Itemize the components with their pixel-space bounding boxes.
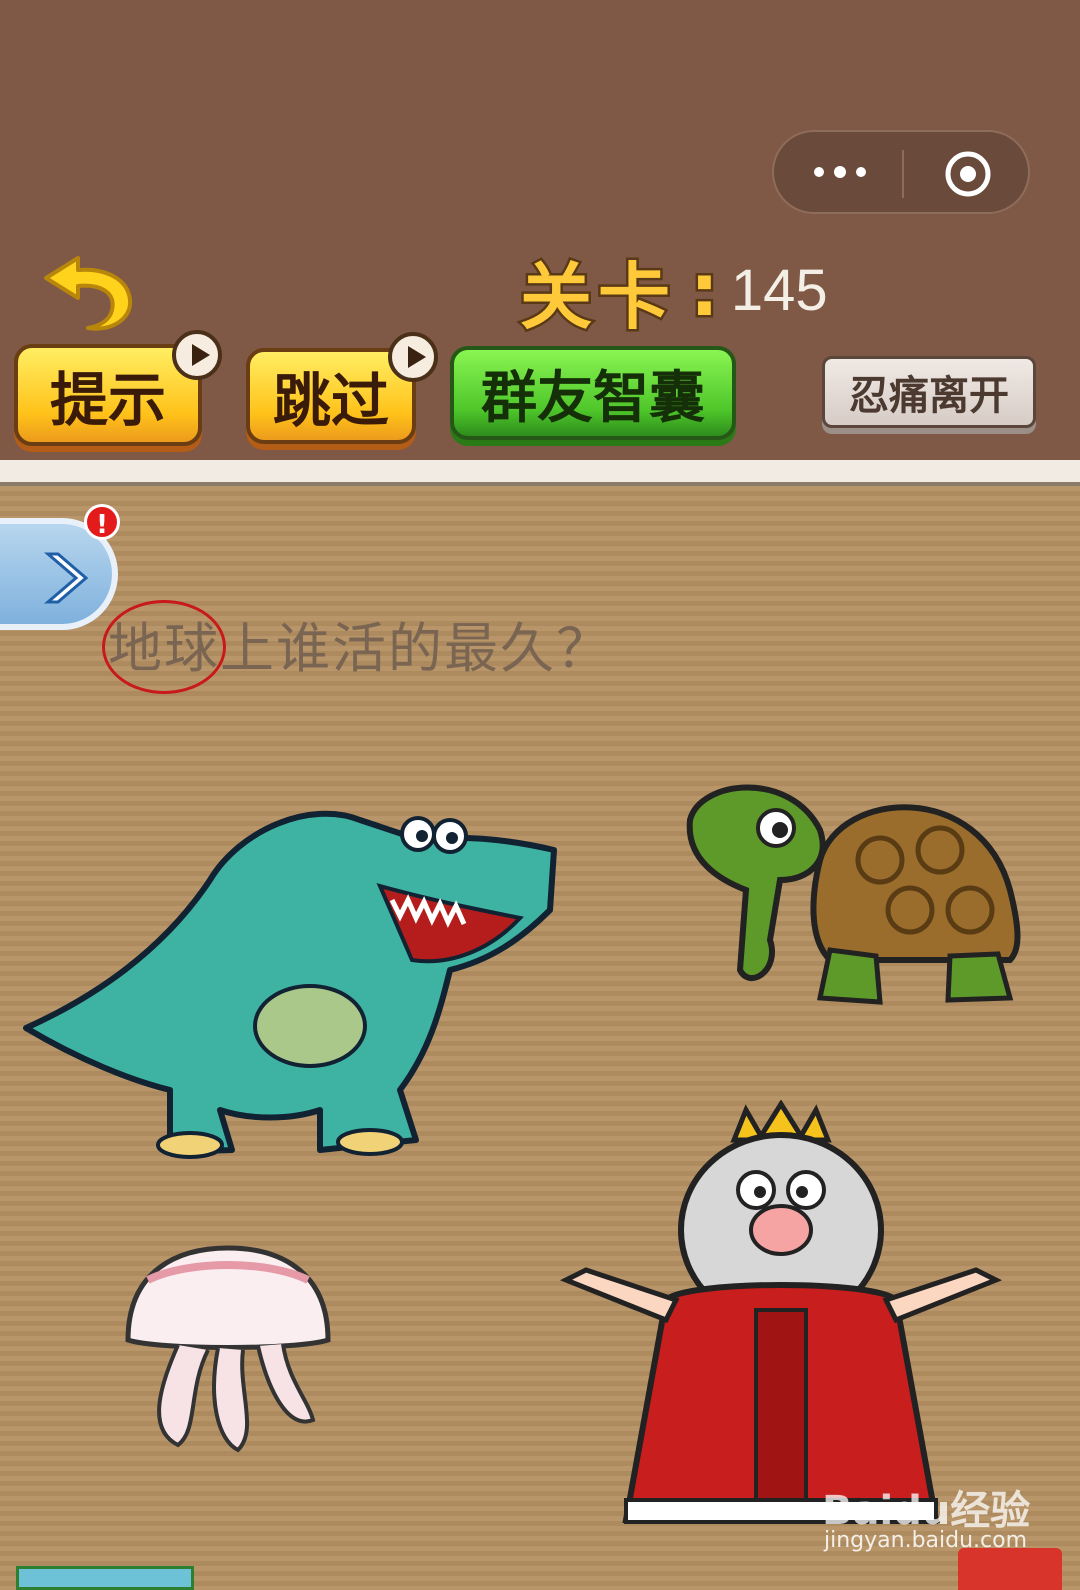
skip-video-icon bbox=[388, 332, 438, 382]
skip-button-label: 跳过 bbox=[272, 367, 389, 435]
hint-button-label: 提示 bbox=[49, 366, 166, 434]
close-miniprogram-icon[interactable] bbox=[944, 150, 992, 198]
bottom-panel-edge bbox=[16, 1566, 194, 1590]
header-divider bbox=[0, 460, 1080, 486]
highlight-circle bbox=[102, 600, 226, 694]
dinosaur-option[interactable] bbox=[20, 790, 560, 1170]
level-indicator: 关卡 : 145 bbox=[517, 245, 828, 342]
level-number: 145 bbox=[730, 257, 828, 323]
alert-badge: ! bbox=[84, 504, 120, 540]
jellyfish-option[interactable] bbox=[118, 1240, 338, 1460]
capsule-divider bbox=[902, 150, 904, 198]
red-packet-icon[interactable] bbox=[958, 1548, 1062, 1590]
quit-button-label: 忍痛离开 bbox=[849, 373, 1009, 419]
turtle-option[interactable] bbox=[680, 770, 1040, 1020]
level-label: 关卡 bbox=[517, 252, 677, 341]
chevron-right-icon bbox=[43, 552, 89, 604]
level-colon: : bbox=[688, 246, 725, 335]
ask-friends-label: 群友智囊 bbox=[481, 365, 705, 431]
more-menu-icon[interactable] bbox=[814, 157, 904, 187]
miniprogram-capsule bbox=[772, 130, 1030, 214]
back-arrow-icon[interactable] bbox=[38, 240, 138, 340]
quit-button[interactable]: 忍痛离开 bbox=[822, 356, 1036, 428]
ask-friends-button[interactable]: 群友智囊 bbox=[450, 346, 736, 440]
hint-video-icon bbox=[172, 330, 222, 380]
